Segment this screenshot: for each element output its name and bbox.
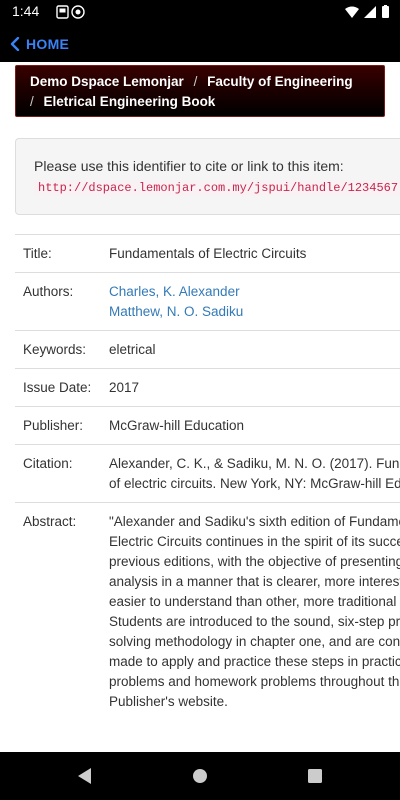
citation-box: Please use this identifier to cite or li… xyxy=(15,138,400,215)
home-circle-icon[interactable] xyxy=(192,768,208,784)
publisher-label: Publisher: xyxy=(15,406,101,445)
title-label: Title: xyxy=(15,234,101,273)
main-content: Demo Dspace Lemonjar / Faculty of Engine… xyxy=(0,62,400,752)
publisher-value: McGraw-hill Education xyxy=(101,406,400,445)
author-link[interactable]: Matthew, N. O. Sadiku xyxy=(109,302,400,322)
citation-url[interactable]: http://dspace.lemonjar.com.my/jspui/hand… xyxy=(34,180,400,196)
metadata-row-issue-date: Issue Date: 2017 xyxy=(15,368,400,407)
metadata-row-authors: Authors: Charles, K. Alexander Matthew, … xyxy=(15,272,400,331)
item-metadata-table: Title: Fundamentals of Electric Circuits… xyxy=(15,234,400,720)
metadata-row-publisher: Publisher: McGraw-hill Education xyxy=(15,406,400,445)
status-bar: 1:44 xyxy=(0,0,400,24)
citation-instruction: Please use this identifier to cite or li… xyxy=(34,158,344,174)
issue-date-value: 2017 xyxy=(101,368,400,407)
abstract-value: "Alexander and Sadiku's sixth edition of… xyxy=(101,502,400,720)
keywords-value: eletrical xyxy=(101,330,400,369)
metadata-row-keywords: Keywords: eletrical xyxy=(15,330,400,369)
system-navigation-bar xyxy=(0,752,400,800)
chevron-left-icon xyxy=(10,37,20,51)
breadcrumb-separator: / xyxy=(193,74,198,89)
citation-value: Alexander, C. K., & Sadiku, M. N. O. (20… xyxy=(101,444,400,503)
breadcrumb: Demo Dspace Lemonjar / Faculty of Engine… xyxy=(15,65,385,117)
wifi-signal-battery-icons xyxy=(345,5,389,18)
metadata-row-citation: Citation: Alexander, C. K., & Sadiku, M.… xyxy=(15,444,400,503)
metadata-row-title: Title: Fundamentals of Electric Circuits xyxy=(15,234,400,273)
metadata-row-abstract: Abstract: "Alexander and Sadiku's sixth … xyxy=(15,502,400,720)
title-value: Fundamentals of Electric Circuits xyxy=(101,234,400,273)
authors-value: Charles, K. Alexander Matthew, N. O. Sad… xyxy=(101,272,400,331)
breadcrumb-item-faculty[interactable]: Faculty of Engineering xyxy=(207,74,353,89)
status-system-icons xyxy=(344,5,392,24)
author-link[interactable]: Charles, K. Alexander xyxy=(109,282,400,302)
authors-label: Authors: xyxy=(15,272,101,331)
home-label: HOME xyxy=(26,36,70,52)
keywords-label: Keywords: xyxy=(15,330,101,369)
breadcrumb-item-repository[interactable]: Demo Dspace Lemonjar xyxy=(30,74,184,89)
breadcrumb-item-collection[interactable]: Eletrical Engineering Book xyxy=(44,94,216,109)
back-icon[interactable] xyxy=(75,766,93,786)
issue-date-label: Issue Date: xyxy=(15,368,101,407)
notification-icons xyxy=(56,5,85,19)
recents-square-icon[interactable] xyxy=(308,769,322,783)
citation-label: Citation: xyxy=(15,444,101,503)
app-toolbar: HOME xyxy=(0,24,400,62)
home-button[interactable]: HOME xyxy=(10,34,69,54)
abstract-label: Abstract: xyxy=(15,502,101,720)
breadcrumb-separator: / xyxy=(30,94,34,109)
status-notification-icons xyxy=(56,5,96,24)
status-time: 1:44 xyxy=(12,3,40,19)
